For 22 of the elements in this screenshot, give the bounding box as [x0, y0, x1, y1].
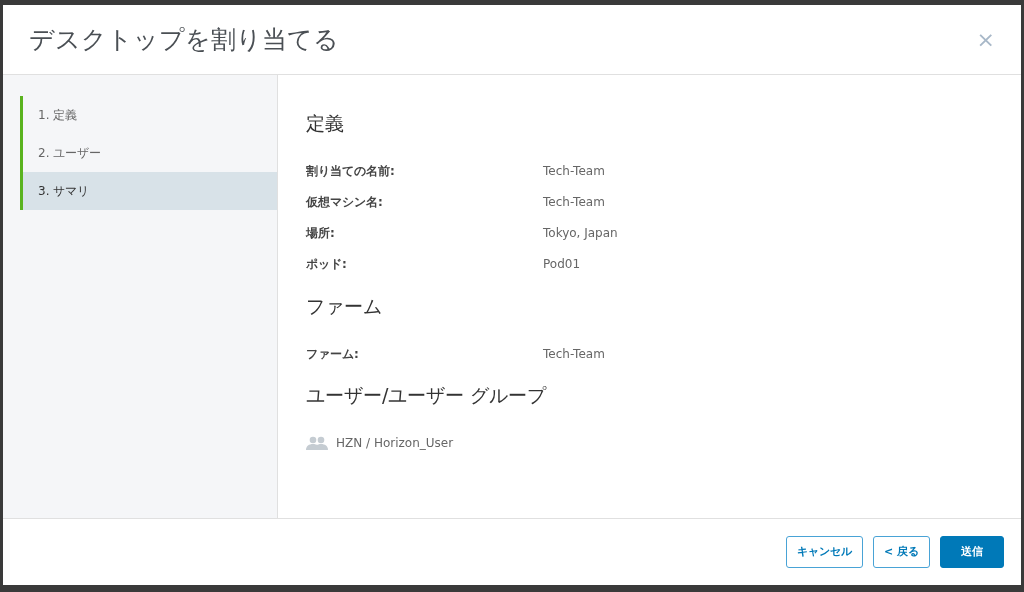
field-label: ポッド: [306, 256, 348, 273]
section-heading: ファーム [306, 293, 383, 319]
field-value: Tech-Team [543, 345, 605, 363]
field-label: 場所: [306, 225, 336, 242]
field-value: Tokyo, Japan [543, 225, 618, 242]
dialog-button[interactable]: 送信 [940, 536, 1004, 568]
section-heading: ユーザー/ユーザー グループ [306, 383, 548, 408]
dialog-title: デスクトップを割り当てる [29, 23, 339, 56]
step-tab[interactable]: 3. サマリ [23, 172, 277, 210]
field-label: 仮想マシン名: [306, 194, 384, 211]
field-value: Tech-Team [543, 194, 605, 211]
dialog-button[interactable]: キャンセル [785, 536, 863, 568]
user-group-icon [306, 435, 328, 450]
field-value: Pod01 [543, 256, 581, 273]
section-heading: 定義 [306, 111, 345, 136]
dialog-button[interactable]: < 戻る [872, 536, 930, 568]
field-value: Tech-Team [543, 163, 605, 180]
field-label: 割り当ての名前: [306, 163, 396, 180]
step-tab[interactable]: 2. ユーザー [23, 134, 277, 172]
step-tab[interactable]: 1. 定義 [23, 96, 277, 134]
user-name: HZN / Horizon_User [336, 434, 454, 452]
field-label: ファーム: [306, 345, 360, 363]
